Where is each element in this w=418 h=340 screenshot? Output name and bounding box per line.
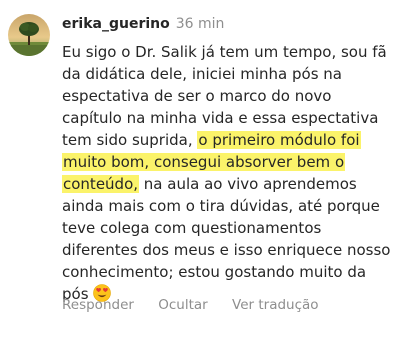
comment-line: conteúdo, na aula ao vivo aprendemos xyxy=(62,173,412,195)
comment-line: da didática dele, iniciei minha pós na xyxy=(62,65,342,83)
comment-line: muito bom, consegui absorver bem o xyxy=(62,151,412,173)
highlighted-text: o primeiro módulo foi xyxy=(197,131,361,149)
see-translation-button[interactable]: Ver tradução xyxy=(232,296,319,314)
comment-line: tem sido suprida, o primeiro módulo foi xyxy=(62,129,412,151)
comment-line: diferentes dos meus e isso enriquece nos… xyxy=(62,241,391,259)
username[interactable]: erika_guerino xyxy=(62,16,170,32)
comment-line: conhecimento; estou gostando muito da xyxy=(62,263,367,281)
highlighted-text: conteúdo, xyxy=(62,175,140,193)
comment-line: capítulo na minha vida e essa espectativ… xyxy=(62,109,379,127)
comment-segment: na aula ao vivo aprendemos xyxy=(143,175,357,193)
comment-line: Eu sigo o Dr. Salik já tem um tempo, sou… xyxy=(62,43,387,61)
reply-button[interactable]: Responder xyxy=(62,296,134,314)
hide-button[interactable]: Ocultar xyxy=(158,296,207,314)
tree-landscape-avatar-icon xyxy=(8,14,50,56)
timestamp: 36 min xyxy=(175,16,225,32)
comment-segment: tem sido suprida, xyxy=(62,131,193,149)
comment-actions: Responder Ocultar Ver tradução xyxy=(62,296,319,314)
comment-line: espectativa de ser o marco do novo xyxy=(62,87,332,105)
comment-line: ainda mais com o tira dúvidas, até porqu… xyxy=(62,197,380,215)
highlighted-text: muito bom, consegui absorver bem o xyxy=(62,153,346,171)
comment: erika_guerino 36 min Eu sigo o Dr. Salik … xyxy=(0,0,418,340)
comment-line: teve colega com questionamentos xyxy=(62,219,322,237)
avatar[interactable] xyxy=(8,14,50,56)
comment-header: erika_guerino 36 min xyxy=(62,15,224,33)
comment-text: Eu sigo o Dr. Salik já tem um tempo, sou… xyxy=(62,41,412,308)
